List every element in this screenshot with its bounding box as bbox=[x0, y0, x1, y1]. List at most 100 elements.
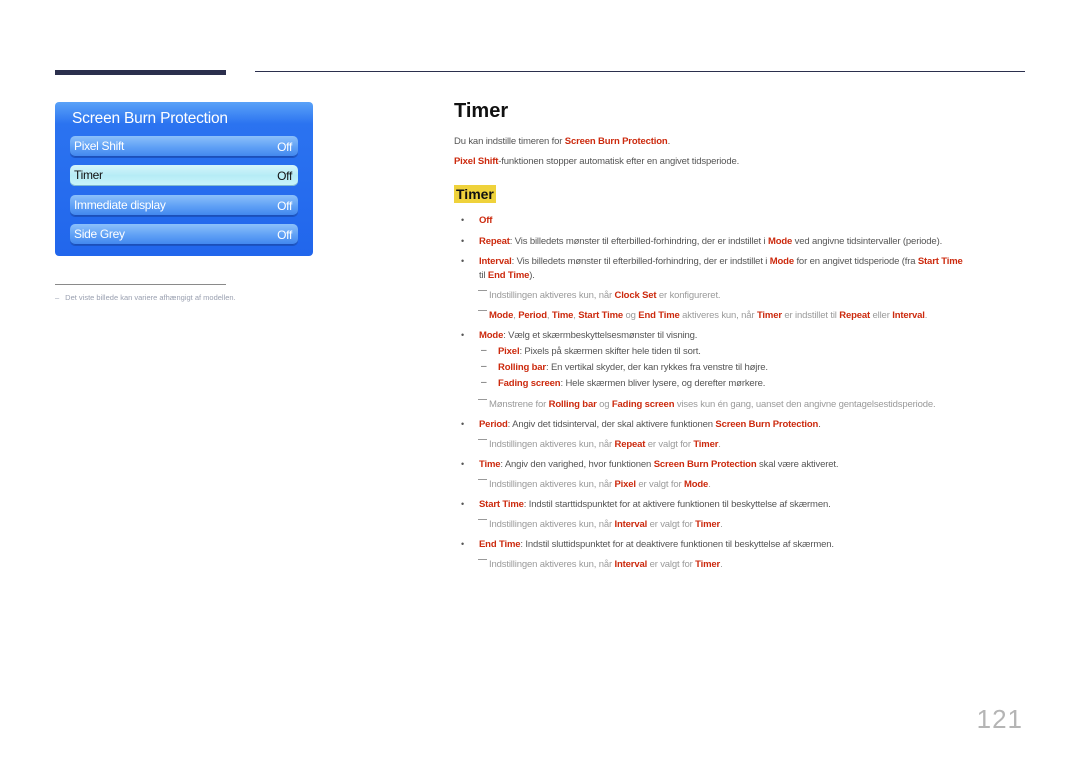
text: Indstillingen aktiveres kun, når bbox=[489, 290, 615, 301]
text: Indstillingen aktiveres kun, når bbox=[489, 479, 615, 490]
menu-item-value: Off bbox=[277, 228, 292, 242]
highlight: Start Time bbox=[479, 499, 524, 510]
note-icon bbox=[478, 310, 487, 311]
text: . bbox=[718, 439, 721, 450]
highlight: Mode bbox=[767, 236, 793, 247]
highlight: Period bbox=[518, 310, 547, 321]
text: er valgt for bbox=[647, 519, 696, 530]
note-icon bbox=[478, 290, 487, 291]
text: . bbox=[818, 419, 821, 430]
menu-item-label: Side Grey bbox=[74, 227, 125, 241]
menu-item-timer[interactable]: Timer Off bbox=[70, 165, 298, 186]
highlight: Interval bbox=[479, 256, 512, 267]
highlight: Screen Burn Protection bbox=[653, 459, 757, 470]
bullet-end-time: End Time: Indstil sluttidspunktet for at… bbox=[479, 539, 834, 550]
text: : En vertikal skyder, der kan rykkes fra… bbox=[545, 362, 768, 373]
text: Indstillingen aktiveres kun, når bbox=[489, 519, 615, 530]
menu-item-pixel-shift[interactable]: Pixel Shift Off bbox=[70, 136, 298, 157]
highlight: Pixel Shift bbox=[454, 156, 499, 167]
mode-rolling-bar: Rolling bar: En vertikal skyder, der kan… bbox=[498, 362, 768, 373]
text: : Vis billedets mønster til efterbilled-… bbox=[511, 256, 770, 267]
bullet-mode: Mode: Vælg et skærmbeskyttelsesmønster t… bbox=[479, 330, 697, 341]
text: ved angivne tidsintervaller (periode). bbox=[792, 236, 943, 247]
highlight: Screen Burn Protection bbox=[564, 136, 668, 147]
page-number: 121 bbox=[976, 704, 1023, 734]
highlight: Screen Burn Protection bbox=[715, 419, 819, 430]
menu-item-label: Timer bbox=[74, 168, 103, 182]
text: . bbox=[708, 479, 711, 490]
text: eller bbox=[870, 310, 893, 321]
bullet-start-time: Start Time: Indstil starttidspunktet for… bbox=[479, 499, 831, 510]
note-clock-set: Indstillingen aktiveres kun, når Clock S… bbox=[478, 290, 721, 301]
text: skal være aktiveret. bbox=[756, 459, 839, 470]
highlight: Repeat bbox=[614, 439, 646, 450]
text: : Vis billedets mønster til efterbilled-… bbox=[509, 236, 768, 247]
mode-pixel: Pixel: Pixels på skærmen skifter hele ti… bbox=[498, 346, 701, 357]
note-period: Indstillingen aktiveres kun, når Repeat … bbox=[478, 439, 721, 450]
bullet-interval: Interval: Vis billedets mønster til efte… bbox=[479, 256, 963, 267]
menu-item-side-grey[interactable]: Side Grey Off bbox=[70, 224, 298, 245]
menu-item-immediate-display[interactable]: Immediate display Off bbox=[70, 195, 298, 216]
highlight: Timer bbox=[695, 519, 721, 530]
note-time: Indstillingen aktiveres kun, når Pixel e… bbox=[478, 479, 711, 490]
text: -funktionen stopper automatisk efter en … bbox=[498, 156, 740, 167]
note-icon bbox=[478, 399, 487, 400]
text: er valgt for bbox=[635, 479, 684, 490]
text: og bbox=[596, 399, 612, 410]
highlight: End Time bbox=[487, 270, 530, 281]
note-icon bbox=[478, 479, 487, 480]
bullet-icon: • bbox=[461, 459, 465, 469]
bullet-icon: • bbox=[461, 236, 465, 246]
text: : Angiv det tidsinterval, der skal aktiv… bbox=[507, 419, 716, 430]
dash-icon: – bbox=[55, 293, 60, 302]
text: Mønstrene for bbox=[489, 399, 549, 410]
menu-item-label: Immediate display bbox=[74, 198, 166, 212]
highlight: Rolling bar bbox=[548, 399, 597, 410]
bullet-icon: • bbox=[461, 539, 465, 549]
text: Indstillingen aktiveres kun, når bbox=[489, 559, 615, 570]
highlight: Interval bbox=[892, 310, 925, 321]
text: : Indstil sluttidspunktet for at deaktiv… bbox=[520, 539, 834, 550]
highlight: Mode bbox=[479, 330, 504, 341]
subsection-title: Timer bbox=[454, 185, 496, 203]
note-icon bbox=[478, 559, 487, 560]
header-rule-thin bbox=[255, 71, 1025, 72]
highlight: End Time bbox=[638, 310, 680, 321]
highlight: Timer bbox=[695, 559, 721, 570]
note-mode-activation: Mode, Period, Time, Start Time og End Ti… bbox=[478, 310, 927, 321]
bullet-icon: • bbox=[461, 215, 465, 225]
highlight: Interval bbox=[614, 559, 648, 570]
highlight: Time bbox=[551, 310, 574, 321]
dash-icon: – bbox=[481, 361, 487, 372]
text: . bbox=[924, 310, 928, 321]
highlight: Clock Set bbox=[614, 290, 657, 301]
note-end-time: Indstillingen aktiveres kun, når Interva… bbox=[478, 559, 723, 570]
highlight: Interval bbox=[614, 519, 648, 530]
highlight: Timer bbox=[693, 439, 719, 450]
text: og bbox=[623, 310, 639, 321]
text: for en angivet tidsperiode (fra bbox=[793, 256, 918, 267]
header-rule-thick bbox=[55, 70, 226, 75]
menu-item-value: Off bbox=[277, 140, 292, 154]
dash-icon: – bbox=[481, 345, 487, 356]
bullet-interval-cont: til End Time). bbox=[479, 270, 535, 281]
text: : Angiv den varighed, hvor funktionen bbox=[500, 459, 654, 470]
bullet-off: Off bbox=[479, 215, 492, 226]
intro-line-1: Du kan indstille timeren for Screen Burn… bbox=[454, 136, 670, 147]
footnote: – Det viste billede kan variere afhængigt… bbox=[55, 293, 236, 302]
text: Du kan indstille timeren for bbox=[454, 136, 565, 147]
mode-fading-screen: Fading screen: Hele skærmen bliver lyser… bbox=[498, 378, 765, 389]
highlight: Fading screen bbox=[498, 378, 561, 389]
highlight: Off bbox=[479, 215, 493, 226]
highlight: Pixel bbox=[498, 346, 520, 357]
note-icon bbox=[478, 519, 487, 520]
intro-line-2: Pixel Shift-funktionen stopper automatis… bbox=[454, 156, 739, 167]
highlight: Period bbox=[479, 419, 508, 430]
highlight: Pixel bbox=[614, 479, 636, 490]
highlight: Mode bbox=[489, 310, 514, 321]
note-start-time: Indstillingen aktiveres kun, når Interva… bbox=[478, 519, 723, 530]
text: : Pixels på skærmen skifter hele tiden t… bbox=[519, 346, 701, 357]
bullet-icon: • bbox=[461, 330, 465, 340]
text: aktiveres kun, når bbox=[679, 310, 757, 321]
highlight: Repeat bbox=[479, 236, 510, 247]
